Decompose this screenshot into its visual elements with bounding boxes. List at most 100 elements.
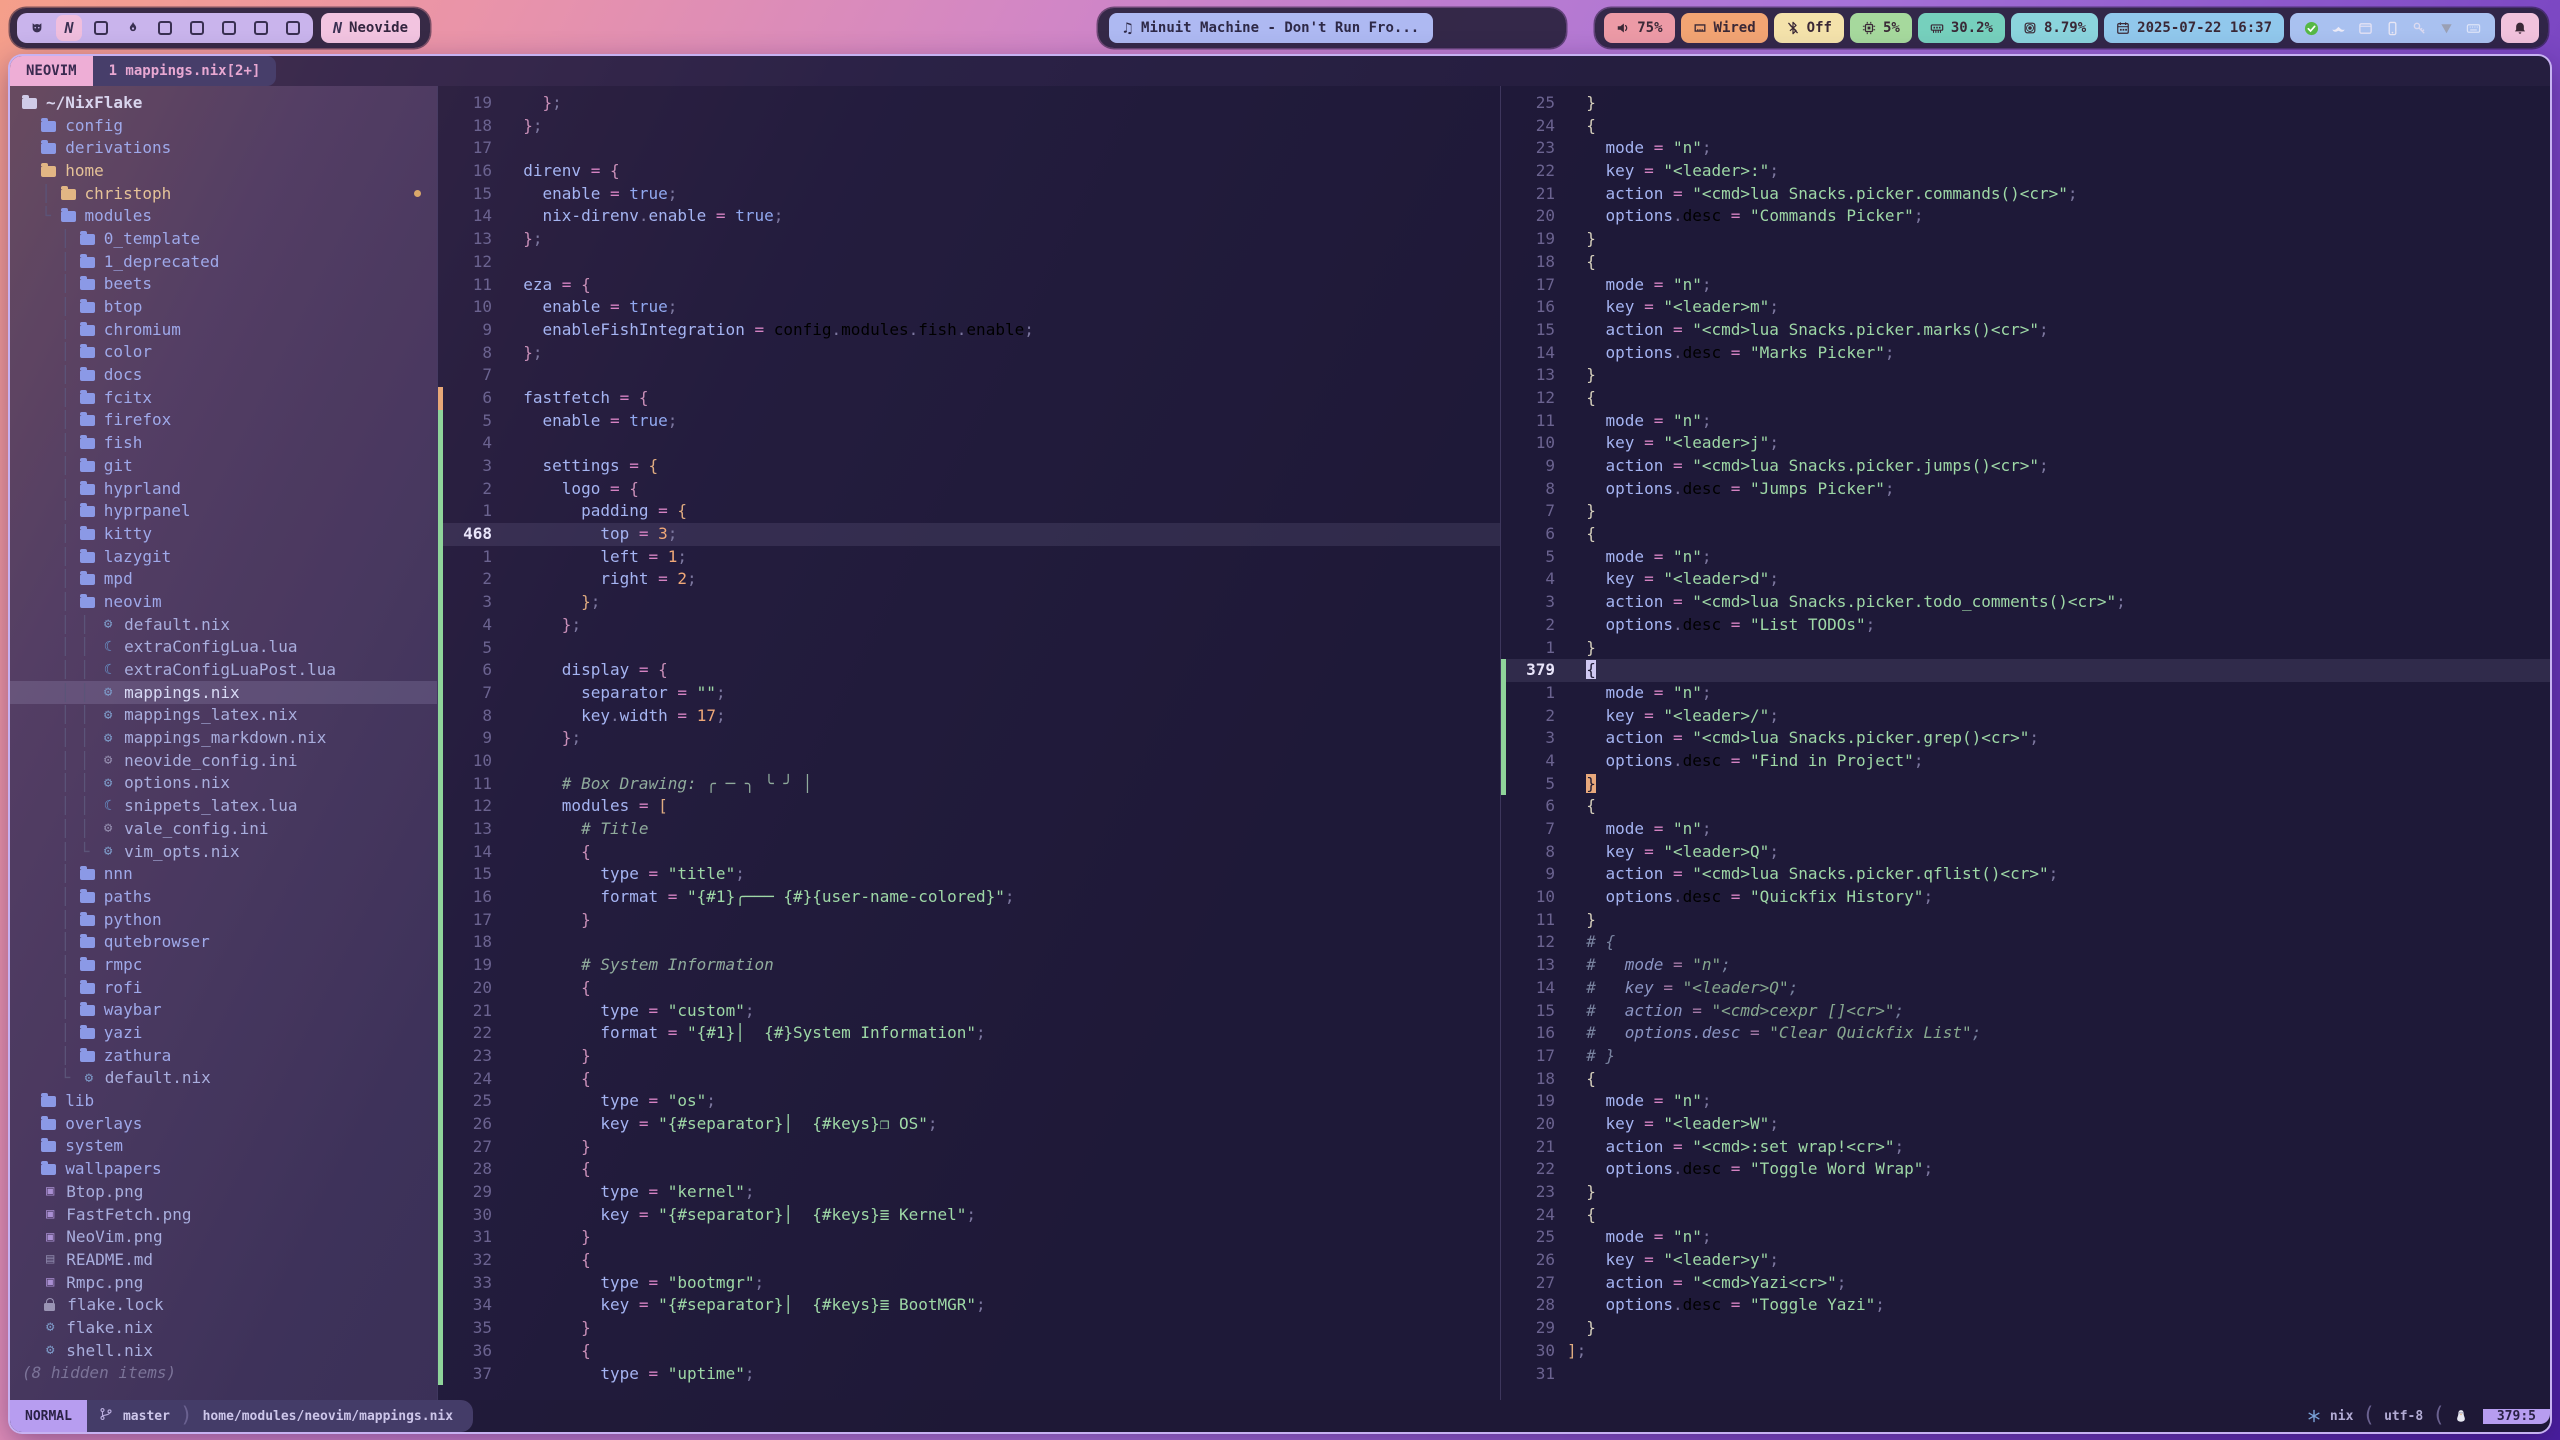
code-line[interactable]: 468 top = 3;	[438, 523, 1500, 546]
code-line[interactable]: 20 {	[438, 977, 1500, 1000]
code-line[interactable]: 18	[438, 931, 1500, 954]
code-line[interactable]: 23 mode = "n";	[1501, 137, 2550, 160]
key-tray-icon[interactable]	[2412, 21, 2427, 36]
tree-item[interactable]: │ waybar	[10, 999, 437, 1022]
tree-item[interactable]: │ │ ⚙mappings_markdown.nix	[10, 726, 437, 749]
tree-item[interactable]: system	[10, 1135, 437, 1158]
tree-item[interactable]: │ │ ☾extraConfigLua.lua	[10, 636, 437, 659]
volume-module[interactable]: 75%	[1604, 13, 1674, 43]
code-line[interactable]: 21 action = "<cmd>:set wrap!<cr>";	[1501, 1136, 2550, 1159]
tree-item[interactable]: │ fcitx	[10, 386, 437, 409]
code-line[interactable]: 1 left = 1;	[438, 546, 1500, 569]
code-line[interactable]: 13 # mode = "n";	[1501, 954, 2550, 977]
code-line[interactable]: 15 # action = "<cmd>cexpr []<cr>";	[1501, 1000, 2550, 1023]
tree-item[interactable]: derivations	[10, 136, 437, 159]
code-line[interactable]: 12 {	[1501, 387, 2550, 410]
workspace-9[interactable]	[277, 13, 309, 43]
code-line[interactable]: 30 key = "{#separator}│ {#keys}≣ Kernel"…	[438, 1204, 1500, 1227]
tree-item[interactable]: │ zathura	[10, 1044, 437, 1067]
code-line[interactable]: 5 mode = "n";	[1501, 546, 2550, 569]
network-module[interactable]: Wired	[1681, 13, 1768, 43]
code-line[interactable]: 9 action = "<cmd>lua Snacks.picker.qflis…	[1501, 863, 2550, 886]
code-line[interactable]: 15 type = "title";	[438, 863, 1500, 886]
code-line[interactable]: 14 # key = "<leader>Q";	[1501, 977, 2550, 1000]
code-line[interactable]: 8 options.desc = "Jumps Picker";	[1501, 478, 2550, 501]
code-line[interactable]: 31	[1501, 1363, 2550, 1386]
tree-item[interactable]: ▤README.md	[10, 1248, 437, 1271]
tree-item[interactable]: ⚙flake.nix	[10, 1316, 437, 1339]
code-line[interactable]: 31 }	[438, 1226, 1500, 1249]
code-line[interactable]: 8 };	[438, 342, 1500, 365]
tree-item[interactable]: └ modules	[10, 204, 437, 227]
code-line[interactable]: 9 enableFishIntegration = config.modules…	[438, 319, 1500, 342]
code-line[interactable]: 5	[438, 637, 1500, 660]
code-line[interactable]: 4 options.desc = "Find in Project";	[1501, 750, 2550, 773]
code-line[interactable]: 24 {	[1501, 1204, 2550, 1227]
code-line[interactable]: 29 }	[1501, 1317, 2550, 1340]
tree-item[interactable]: │ yazi	[10, 1021, 437, 1044]
tree-item[interactable]: flake.lock	[10, 1293, 437, 1316]
tree-item[interactable]: ▣Btop.png	[10, 1180, 437, 1203]
tree-item[interactable]: │ │ ⚙mappings.nix	[10, 681, 437, 704]
code-line[interactable]: 12	[438, 251, 1500, 274]
code-line[interactable]: 22 options.desc = "Toggle Word Wrap";	[1501, 1158, 2550, 1181]
disk-module[interactable]: 8.79%	[2011, 13, 2098, 43]
tree-item[interactable]: │ paths	[10, 885, 437, 908]
tree-item[interactable]: ▣Rmpc.png	[10, 1271, 437, 1294]
code-line[interactable]: 1 padding = {	[438, 500, 1500, 523]
code-line[interactable]: 21 action = "<cmd>lua Snacks.picker.comm…	[1501, 183, 2550, 206]
code-line[interactable]: 8 key.width = 17;	[438, 705, 1500, 728]
code-line[interactable]: 9 action = "<cmd>lua Snacks.picker.jumps…	[1501, 455, 2550, 478]
keyboard-tray-icon[interactable]	[2466, 21, 2481, 36]
code-line[interactable]: 26 key = "<leader>y";	[1501, 1249, 2550, 1272]
code-line[interactable]: 13 }	[1501, 364, 2550, 387]
tree-item[interactable]: │ lazygit	[10, 545, 437, 568]
code-line[interactable]: 6 {	[1501, 795, 2550, 818]
code-line[interactable]: 8 key = "<leader>Q";	[1501, 841, 2550, 864]
code-line[interactable]: 11 # Box Drawing: ╭ ─ ╮ ╰ ╯ │	[438, 773, 1500, 796]
workspace-4[interactable]	[117, 13, 149, 43]
code-line[interactable]: 3 action = "<cmd>lua Snacks.picker.todo_…	[1501, 591, 2550, 614]
code-line[interactable]: 6 display = {	[438, 659, 1500, 682]
tree-item[interactable]: │ hyprpanel	[10, 499, 437, 522]
code-line[interactable]: 6 {	[1501, 523, 2550, 546]
code-line[interactable]: 18 {	[1501, 1068, 2550, 1091]
code-line[interactable]: 10	[438, 750, 1500, 773]
code-line[interactable]: 22 key = "<leader>:";	[1501, 160, 2550, 183]
clock-module[interactable]: 2025-07-22 16:37	[2104, 13, 2284, 43]
tree-item[interactable]: │ git	[10, 454, 437, 477]
code-line[interactable]: 29 type = "kernel";	[438, 1181, 1500, 1204]
code-line[interactable]: 3 };	[438, 591, 1500, 614]
code-line[interactable]: 1 }	[1501, 637, 2550, 660]
code-line[interactable]: 19 # System Information	[438, 954, 1500, 977]
workspace-3[interactable]	[85, 13, 117, 43]
tree-item[interactable]: │ 1_deprecated	[10, 250, 437, 273]
code-line[interactable]: 28 options.desc = "Toggle Yazi";	[1501, 1294, 2550, 1317]
code-line[interactable]: 25 }	[1501, 92, 2550, 115]
code-line[interactable]: 16 direnv = {	[438, 160, 1500, 183]
code-line[interactable]: 24 {	[1501, 115, 2550, 138]
code-line[interactable]: 32 {	[438, 1249, 1500, 1272]
code-line[interactable]: 10 key = "<leader>j";	[1501, 432, 2550, 455]
tree-item[interactable]: │ docs	[10, 363, 437, 386]
code-line[interactable]: 1 mode = "n";	[1501, 682, 2550, 705]
tree-item[interactable]: │ christoph	[10, 182, 437, 205]
file-tree[interactable]: ~/NixFlake config derivations home │ chr…	[10, 86, 437, 1400]
code-line[interactable]: 20 options.desc = "Commands Picker";	[1501, 205, 2550, 228]
tree-item[interactable]: ▣NeoVim.png	[10, 1225, 437, 1248]
code-line[interactable]: 4 key = "<leader>d";	[1501, 568, 2550, 591]
code-line[interactable]: 16 format = "{#1}╭─── {#}{user-name-colo…	[438, 886, 1500, 909]
code-line[interactable]: 21 type = "custom";	[438, 1000, 1500, 1023]
code-line[interactable]: 27 }	[438, 1136, 1500, 1159]
tree-item[interactable]: │ nnn	[10, 862, 437, 885]
workspace-7[interactable]	[213, 13, 245, 43]
tree-item[interactable]: │ 0_template	[10, 227, 437, 250]
workspace-2[interactable]: N	[56, 15, 82, 41]
code-line[interactable]: 379 {	[1501, 659, 2550, 682]
code-line[interactable]: 12 modules = [	[438, 795, 1500, 818]
tree-item[interactable]: │ │ ☾extraConfigLuaPost.lua	[10, 658, 437, 681]
code-line[interactable]: 2 options.desc = "List TODOs";	[1501, 614, 2550, 637]
mustache-tray-icon[interactable]	[2331, 21, 2346, 36]
tree-item[interactable]: │ │ ⚙neovide_config.ini	[10, 749, 437, 772]
tree-item[interactable]: │ kitty	[10, 522, 437, 545]
